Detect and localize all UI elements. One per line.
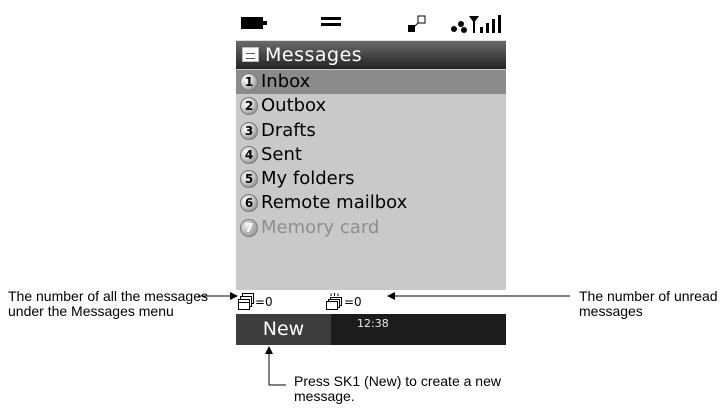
arrowhead-all-messages bbox=[230, 292, 238, 300]
callout-unread-messages: The number of unread messages bbox=[579, 288, 718, 319]
callout-all-messages: The number of all the messages under the… bbox=[8, 288, 208, 319]
arrowhead-unread-messages bbox=[387, 292, 395, 300]
callout-new-message: Press SK1 (New) to create a new message. bbox=[294, 373, 501, 404]
callout-arrows bbox=[198, 292, 570, 386]
arrowhead-new-message bbox=[265, 346, 273, 354]
